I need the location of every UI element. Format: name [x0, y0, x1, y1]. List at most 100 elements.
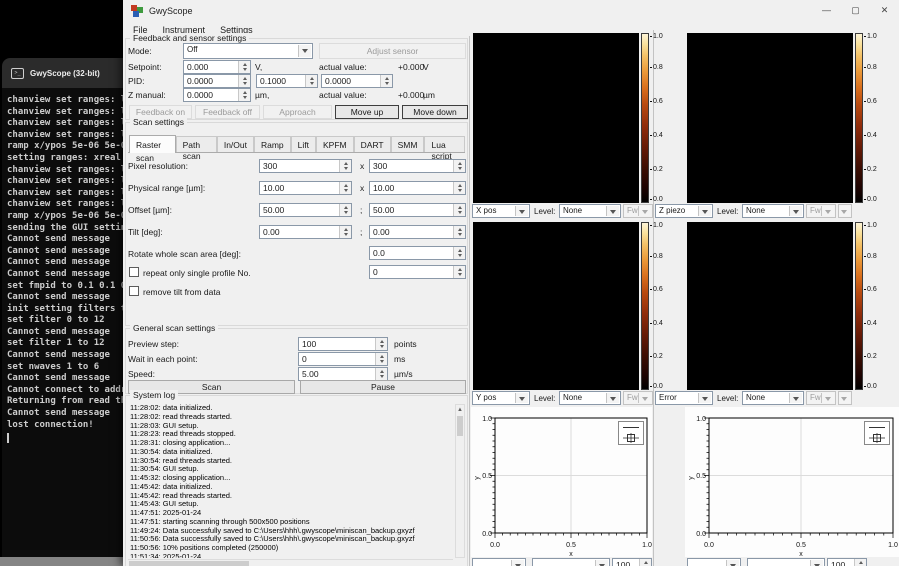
- plot-controls-partial: 100: [685, 558, 899, 566]
- colorbar-scale: 1.00.80.60.40.20.0: [653, 222, 671, 390]
- spinner-buttons[interactable]: [339, 226, 351, 238]
- move-up-button[interactable]: Move up: [335, 105, 399, 119]
- channel-combobox[interactable]: Y pos: [472, 391, 530, 405]
- colorbar-tick-label: 0.0: [653, 383, 663, 390]
- mode-value: Off: [187, 45, 198, 54]
- terminal-line: ramp x/ypos 5e-06 5e-06: [7, 141, 123, 153]
- rotate-input[interactable]: 0.0: [369, 246, 466, 260]
- log-horizontal-scrollbar[interactable]: [128, 559, 453, 566]
- spinner-buttons[interactable]: [238, 89, 250, 101]
- scrollbar-thumb[interactable]: [457, 416, 463, 436]
- desktop: >_ GwyScope (32-bit) chanview set ranges…: [0, 0, 899, 566]
- tab-smm[interactable]: SMM: [391, 136, 425, 152]
- repeat-profile-input[interactable]: 0: [369, 265, 466, 279]
- level-combobox[interactable]: None: [559, 391, 621, 405]
- level-combobox[interactable]: [747, 558, 825, 566]
- tab-path-scan[interactable]: Path scan: [176, 136, 217, 152]
- tab-raster-scan[interactable]: Raster scan: [129, 135, 176, 153]
- system-log[interactable]: 11:28:02: data initialized.11:28:02: rea…: [130, 404, 452, 558]
- general-value-input[interactable]: 5.00: [298, 367, 388, 381]
- mode-combobox[interactable]: Off: [183, 43, 313, 59]
- tab-kpfm[interactable]: KPFM: [316, 136, 354, 152]
- spinner-buttons[interactable]: [375, 368, 387, 380]
- spinner-buttons[interactable]: [453, 182, 465, 194]
- channel-combobox[interactable]: [472, 558, 526, 566]
- pid-p-input[interactable]: 0.0000: [183, 74, 251, 88]
- spinner-buttons[interactable]: [380, 75, 392, 87]
- spinner-buttons[interactable]: [339, 160, 351, 172]
- scrollbar-thumb[interactable]: [129, 561, 249, 566]
- level-combobox[interactable]: None: [742, 204, 804, 218]
- spinner-buttons[interactable]: [639, 559, 651, 566]
- pid-i-input[interactable]: 0.1000: [256, 74, 318, 88]
- scan-value-input[interactable]: 0.00: [259, 225, 352, 239]
- general-value-input[interactable]: 0: [298, 352, 388, 366]
- channel-combobox[interactable]: Z piezo: [655, 204, 713, 218]
- tab-lua-script[interactable]: Lua script: [424, 136, 465, 152]
- scan-value-input[interactable]: 10.00: [259, 181, 352, 195]
- points-input[interactable]: 100: [612, 558, 652, 566]
- spinner-buttons[interactable]: [238, 61, 250, 73]
- spinner-buttons[interactable]: [339, 204, 351, 216]
- spinner-buttons[interactable]: [305, 75, 317, 87]
- spinner-buttons[interactable]: [453, 160, 465, 172]
- points-input[interactable]: 100: [827, 558, 867, 566]
- window-titlebar[interactable]: GwyScope — ▢ ✕: [123, 0, 899, 22]
- level-combobox[interactable]: None: [742, 391, 804, 405]
- scan-value-input[interactable]: 300: [259, 159, 352, 173]
- scan-value-input[interactable]: 50.00: [369, 203, 466, 217]
- spinner-buttons[interactable]: [238, 75, 250, 87]
- tab-dart[interactable]: DART: [354, 136, 391, 152]
- field-label: Speed:: [128, 369, 155, 379]
- pause-button[interactable]: Pause: [300, 380, 466, 394]
- level-combobox[interactable]: None: [559, 204, 621, 218]
- tab-lift[interactable]: Lift: [291, 136, 316, 152]
- terminal-line: Cannot send message: [7, 327, 123, 339]
- spinner-buttons[interactable]: [453, 247, 465, 259]
- spinner-buttons[interactable]: [453, 226, 465, 238]
- zmanual-label: Z manual:: [128, 90, 166, 100]
- general-value-input[interactable]: 100: [298, 337, 388, 351]
- spinner-buttons[interactable]: [375, 338, 387, 350]
- chevron-down-icon: [726, 560, 739, 566]
- colorbar: [855, 33, 863, 203]
- channel-combobox[interactable]: [687, 558, 741, 566]
- repeat-profile-checkbox[interactable]: [129, 267, 139, 277]
- terminal-line: chanview set ranges: le: [7, 95, 123, 107]
- chevron-down-icon: [595, 560, 608, 566]
- scan-value-input[interactable]: 50.00: [259, 203, 352, 217]
- scan-value-input[interactable]: 300: [369, 159, 466, 173]
- terminal-window[interactable]: >_ GwyScope (32-bit) chanview set ranges…: [2, 58, 123, 557]
- spinner-buttons[interactable]: [339, 182, 351, 194]
- remove-tilt-checkbox[interactable]: [129, 286, 139, 296]
- move-down-button[interactable]: Move down: [402, 105, 468, 119]
- zmanual-input[interactable]: 0.0000: [183, 88, 251, 102]
- splitter-vertical[interactable]: [469, 36, 470, 566]
- scan-image-error[interactable]: [687, 222, 853, 390]
- spinner-buttons[interactable]: [854, 559, 866, 566]
- pid-d-input[interactable]: 0.0000: [321, 74, 393, 88]
- scroll-up-icon[interactable]: ▲: [456, 405, 464, 415]
- log-vertical-scrollbar[interactable]: ▲: [455, 404, 465, 558]
- minimize-button[interactable]: —: [812, 0, 841, 22]
- channel-combobox[interactable]: Error: [655, 391, 713, 405]
- scan-value-input[interactable]: 0.00: [369, 225, 466, 239]
- xy-plot[interactable]: 1.0 0.5 0.0 0.0 0.5 1.0 x y: [685, 407, 899, 557]
- close-button[interactable]: ✕: [870, 0, 899, 22]
- level-combobox[interactable]: [532, 558, 610, 566]
- channel-combobox[interactable]: X pos: [472, 204, 530, 218]
- scan-image-xpos[interactable]: [473, 33, 639, 203]
- tab-in-out[interactable]: In/Out: [217, 136, 254, 152]
- setpoint-input[interactable]: 0.000: [183, 60, 251, 74]
- scan-value-input[interactable]: 10.00: [369, 181, 466, 195]
- spinner-buttons[interactable]: [453, 266, 465, 278]
- spinner-buttons[interactable]: [375, 353, 387, 365]
- maximize-button[interactable]: ▢: [841, 0, 870, 22]
- scan-image-ypos[interactable]: [473, 222, 639, 390]
- xy-plot[interactable]: 1.0 0.5 0.0 0.0 0.5 1.0 x y: [471, 407, 652, 557]
- scan-image-zpiezo[interactable]: [687, 33, 853, 203]
- tab-ramp[interactable]: Ramp: [254, 136, 291, 152]
- direction-combobox: Fw: [806, 204, 836, 218]
- spinner-buttons[interactable]: [453, 204, 465, 216]
- terminal-line: chanview set ranges: le: [7, 176, 123, 188]
